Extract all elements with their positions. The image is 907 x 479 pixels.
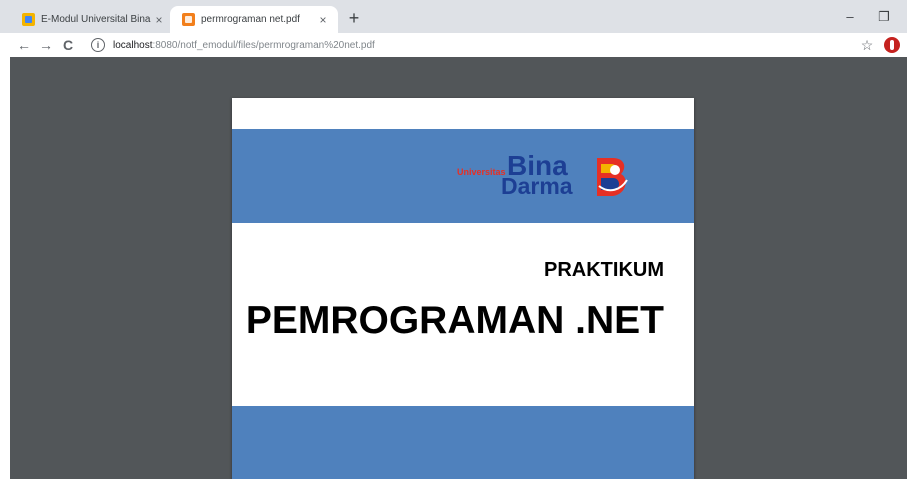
address-bar[interactable]: i localhost:8080/notf_emodul/files/permr… bbox=[85, 35, 845, 55]
site-favicon-icon bbox=[22, 13, 35, 26]
pdf-viewer[interactable]: Universitas Bina Darma PRAKTIKUM PEMROGR… bbox=[10, 57, 907, 479]
restore-button[interactable]: ❐ bbox=[870, 6, 898, 28]
tab-strip: E-Modul Universital Bina Darma × permrog… bbox=[0, 0, 907, 33]
back-button[interactable]: ← bbox=[14, 35, 34, 55]
tab-title: permrograman net.pdf bbox=[201, 14, 300, 25]
praktikum-heading: PRAKTIKUM bbox=[544, 259, 664, 281]
footer-band bbox=[232, 406, 694, 479]
pdf-page: Universitas Bina Darma PRAKTIKUM PEMROGR… bbox=[232, 98, 694, 479]
browser-toolbar: ← → C i localhost:8080/notf_emodul/files… bbox=[0, 33, 907, 57]
tab-title: E-Modul Universital Bina Darma bbox=[41, 14, 152, 25]
url-host: localhost bbox=[113, 39, 153, 51]
bookmark-star-icon[interactable]: ☆ bbox=[858, 36, 876, 54]
logo-universitas-text: Universitas bbox=[457, 167, 506, 177]
forward-button[interactable]: → bbox=[36, 35, 56, 55]
university-logo: Universitas Bina Darma bbox=[457, 150, 657, 201]
minimize-button[interactable]: – bbox=[836, 6, 864, 28]
logo-darma-text: Darma bbox=[501, 173, 573, 199]
url-path: :8080/notf_emodul/files/permrograman%20n… bbox=[152, 39, 375, 51]
tab-pdf[interactable]: permrograman net.pdf × bbox=[170, 6, 338, 33]
tab-emodul[interactable]: E-Modul Universital Bina Darma × bbox=[12, 6, 174, 33]
reload-button[interactable]: C bbox=[58, 35, 78, 55]
info-icon[interactable]: i bbox=[91, 38, 105, 52]
course-title: PEMROGRAMAN .NET bbox=[245, 299, 664, 342]
header-band: Universitas Bina Darma bbox=[232, 129, 694, 223]
logo-mark-icon bbox=[597, 158, 628, 196]
extension-icon[interactable] bbox=[884, 37, 900, 53]
pdf-favicon-icon bbox=[182, 13, 195, 26]
close-tab-icon[interactable]: × bbox=[316, 13, 330, 27]
new-tab-button[interactable]: + bbox=[344, 8, 364, 28]
close-tab-icon[interactable]: × bbox=[152, 13, 166, 27]
url-text[interactable]: localhost:8080/notf_emodul/files/permrog… bbox=[113, 40, 375, 51]
